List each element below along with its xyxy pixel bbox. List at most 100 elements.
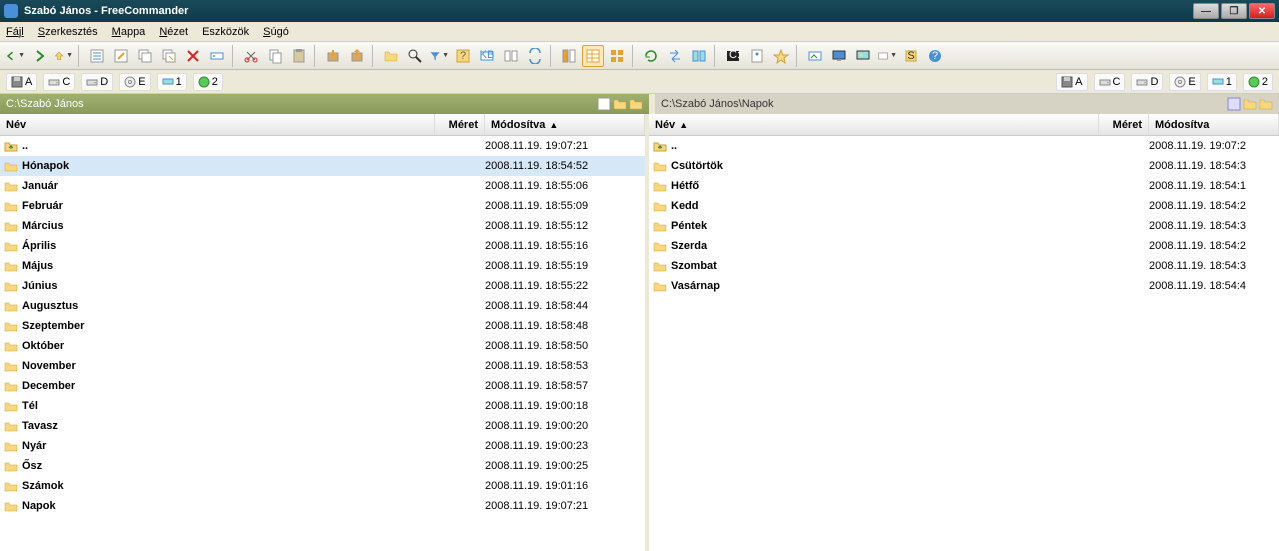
folder-tree-icon[interactable] xyxy=(1259,97,1273,111)
copy-button[interactable] xyxy=(134,45,156,67)
filelist-right[interactable]: ..2008.11.19. 19:07:2Csütörtök2008.11.19… xyxy=(649,136,1279,551)
col-name[interactable]: Név▲ xyxy=(649,114,1099,135)
parent-folder-row[interactable]: ..2008.11.19. 19:07:2 xyxy=(649,136,1279,156)
folder-row[interactable]: Tél2008.11.19. 19:00:18 xyxy=(0,396,645,416)
new-folder-button[interactable] xyxy=(380,45,402,67)
col-size[interactable]: Méret xyxy=(1099,114,1149,135)
pack-button[interactable] xyxy=(322,45,344,67)
compare-button[interactable] xyxy=(500,45,522,67)
up-button[interactable]: ▼ xyxy=(52,45,74,67)
drive-d[interactable]: D xyxy=(1131,73,1163,91)
folder-row[interactable]: Április2008.11.19. 18:55:16 xyxy=(0,236,645,256)
sync-button[interactable] xyxy=(524,45,546,67)
pathbar-right[interactable]: C:\Szabó János\Napok xyxy=(655,94,1279,114)
filter-button[interactable]: ▼ xyxy=(428,45,450,67)
col-size[interactable]: Méret xyxy=(435,114,485,135)
menu-sugo[interactable]: Súgó xyxy=(263,26,289,38)
folder-tree-icon[interactable] xyxy=(629,97,643,111)
menu-fajl[interactable]: Fájl xyxy=(6,26,24,38)
size-button[interactable]: ? xyxy=(452,45,474,67)
drive-2[interactable]: 2 xyxy=(193,73,223,91)
drive-e[interactable]: E xyxy=(119,73,150,91)
folder-row[interactable]: Vasárnap2008.11.19. 18:54:4 xyxy=(649,276,1279,296)
menu-eszkozok[interactable]: Eszközök xyxy=(202,26,249,38)
col-modified[interactable]: Módosítva▲ xyxy=(485,114,645,135)
drive-2[interactable]: 2 xyxy=(1243,73,1273,91)
drive-a[interactable]: A xyxy=(6,73,37,91)
drive-1[interactable]: 1 xyxy=(157,73,187,91)
back-button[interactable]: ▼ xyxy=(4,45,26,67)
folder-row[interactable]: November2008.11.19. 18:58:53 xyxy=(0,356,645,376)
drive-d[interactable]: D xyxy=(81,73,113,91)
rename-button[interactable] xyxy=(206,45,228,67)
folder-row[interactable]: Péntek2008.11.19. 18:54:3 xyxy=(649,216,1279,236)
view-button[interactable] xyxy=(86,45,108,67)
folder-row[interactable]: Hónapok2008.11.19. 18:54:52 xyxy=(0,156,645,176)
folder-row[interactable]: Napok2008.11.19. 19:07:21 xyxy=(0,496,645,516)
deskimg-button[interactable] xyxy=(852,45,874,67)
folder-row[interactable]: Január2008.11.19. 18:55:06 xyxy=(0,176,645,196)
clone-button[interactable] xyxy=(688,45,710,67)
screenshot-button[interactable] xyxy=(804,45,826,67)
menu-nezet[interactable]: Nézet xyxy=(159,26,188,38)
kb-button[interactable]: KB xyxy=(476,45,498,67)
view-brief-button[interactable] xyxy=(558,45,580,67)
menu-szerkesztes[interactable]: Szerkesztés xyxy=(38,26,98,38)
forward-button[interactable] xyxy=(28,45,50,67)
folder-row[interactable]: Augusztus2008.11.19. 18:58:44 xyxy=(0,296,645,316)
view-thumb-button[interactable] xyxy=(606,45,628,67)
delete-button[interactable] xyxy=(182,45,204,67)
favorites-icon[interactable] xyxy=(1243,97,1257,111)
col-name[interactable]: Név xyxy=(0,114,435,135)
folder-row[interactable]: December2008.11.19. 18:58:57 xyxy=(0,376,645,396)
help-button[interactable]: ? xyxy=(924,45,946,67)
folder-row[interactable]: Szombat2008.11.19. 18:54:3 xyxy=(649,256,1279,276)
clipboard-copy-button[interactable] xyxy=(264,45,286,67)
folder-row[interactable]: Május2008.11.19. 18:55:19 xyxy=(0,256,645,276)
pathbar-left[interactable]: C:\Szabó János xyxy=(0,94,649,114)
favorites-button[interactable] xyxy=(770,45,792,67)
tools-dropdown[interactable]: ▼ xyxy=(876,45,898,67)
history-icon[interactable] xyxy=(597,97,611,111)
properties-button[interactable] xyxy=(746,45,768,67)
folder-row[interactable]: Március2008.11.19. 18:55:12 xyxy=(0,216,645,236)
folder-row[interactable]: Számok2008.11.19. 19:01:16 xyxy=(0,476,645,496)
refresh-button[interactable] xyxy=(640,45,662,67)
folder-row[interactable]: Csütörtök2008.11.19. 18:54:3 xyxy=(649,156,1279,176)
paste-button[interactable] xyxy=(288,45,310,67)
folder-row[interactable]: Június2008.11.19. 18:55:22 xyxy=(0,276,645,296)
drive-1[interactable]: 1 xyxy=(1207,73,1237,91)
settings-button[interactable]: S xyxy=(900,45,922,67)
move-button[interactable] xyxy=(158,45,180,67)
drive-c[interactable]: C xyxy=(1094,73,1126,91)
favorites-icon[interactable] xyxy=(613,97,627,111)
drive-e[interactable]: E xyxy=(1169,73,1200,91)
menu-mappa[interactable]: Mappa xyxy=(112,26,146,38)
folder-row[interactable]: Ősz2008.11.19. 19:00:25 xyxy=(0,456,645,476)
history-icon[interactable] xyxy=(1227,97,1241,111)
folder-row[interactable]: Hétfő2008.11.19. 18:54:1 xyxy=(649,176,1279,196)
drive-a[interactable]: A xyxy=(1056,73,1087,91)
close-button[interactable]: ✕ xyxy=(1249,3,1275,19)
desktop-button[interactable] xyxy=(828,45,850,67)
parent-folder-row[interactable]: ..2008.11.19. 19:07:21 xyxy=(0,136,645,156)
swap-button[interactable] xyxy=(664,45,686,67)
dos-button[interactable]: C:\ xyxy=(722,45,744,67)
folder-row[interactable]: Nyár2008.11.19. 19:00:23 xyxy=(0,436,645,456)
folder-row[interactable]: Október2008.11.19. 18:58:50 xyxy=(0,336,645,356)
folder-row[interactable]: Szeptember2008.11.19. 18:58:48 xyxy=(0,316,645,336)
maximize-button[interactable]: ❐ xyxy=(1221,3,1247,19)
unpack-button[interactable] xyxy=(346,45,368,67)
folder-row[interactable]: Február2008.11.19. 18:55:09 xyxy=(0,196,645,216)
folder-row[interactable]: Kedd2008.11.19. 18:54:2 xyxy=(649,196,1279,216)
filelist-left[interactable]: ..2008.11.19. 19:07:21Hónapok2008.11.19.… xyxy=(0,136,645,551)
folder-row[interactable]: Tavasz2008.11.19. 19:00:20 xyxy=(0,416,645,436)
minimize-button[interactable]: — xyxy=(1193,3,1219,19)
drive-c[interactable]: C xyxy=(43,73,75,91)
search-button[interactable] xyxy=(404,45,426,67)
cut-button[interactable] xyxy=(240,45,262,67)
view-details-button[interactable] xyxy=(582,45,604,67)
edit-button[interactable] xyxy=(110,45,132,67)
col-modified[interactable]: Módosítva xyxy=(1149,114,1279,135)
folder-row[interactable]: Szerda2008.11.19. 18:54:2 xyxy=(649,236,1279,256)
